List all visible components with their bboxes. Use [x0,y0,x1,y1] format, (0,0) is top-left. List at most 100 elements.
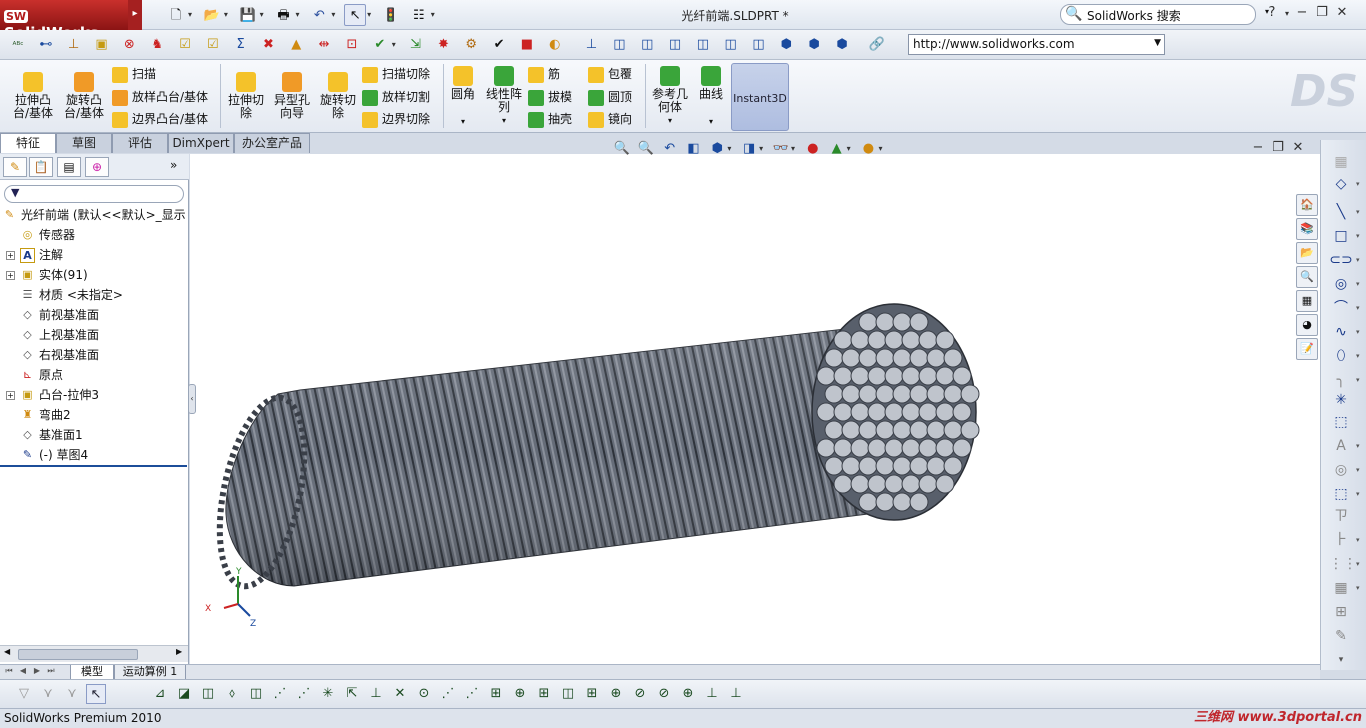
minimize-icon[interactable]: − [1292,5,1312,20]
pattern-icon[interactable]: ⋮⋮ ▾ [1329,554,1360,574]
tree-item-boss-extrude3[interactable]: + ▣ 凸台-拉伸3 [0,385,188,405]
tree-item-front-plane[interactable]: ◇ 前视基准面 [0,305,188,325]
fillet-sketch-icon[interactable]: ╮ ▾ [1329,370,1360,390]
sketch-icon[interactable]: ▦ [1329,152,1353,172]
selection-filter-icon[interactable]: ⊞ [534,684,554,704]
tree-root[interactable]: ✎ 光纤前端 (默认<<默认>_显示 [0,205,188,225]
linear-pattern-dropdown-icon[interactable]: ▾ [484,114,524,127]
url-dropdown-icon[interactable]: ▼ [1154,38,1161,48]
select-icon[interactable]: ↖ [344,4,367,26]
search-input[interactable]: 🔍 SolidWorks 搜索 ▾ [1060,4,1269,25]
selection-filter-icon[interactable]: ⊞ [486,684,506,704]
tree-item-annotations[interactable]: + A 注解 [0,245,188,265]
gear-icon[interactable]: ⚙ [460,34,482,56]
selection-filter-icon[interactable]: ◫ [246,684,266,704]
dome-button[interactable]: 圆顶 [588,87,632,107]
line-icon[interactable]: ╲ ▾ [1329,202,1360,222]
previous-view-icon[interactable]: ↶ [661,138,679,160]
edit-appearance-icon[interactable]: ● [804,138,822,160]
warning-icon[interactable]: ▲ [285,34,307,56]
circle-icon[interactable]: ◎ ▾ [1329,274,1360,294]
scroll-right-icon[interactable]: ▶ [176,647,182,656]
selection-filter-icon[interactable]: ⇱ [342,684,362,704]
shell-button[interactable]: 抽壳 [528,109,572,129]
tab-features[interactable]: 特征 [0,133,56,153]
view-dimetric-icon[interactable]: ⬢ [831,34,853,56]
revolve-cut-button[interactable]: 旋转切除 [316,64,360,120]
view-top-icon[interactable]: ◫ [720,34,742,56]
check2-icon[interactable]: ☑ [202,34,224,56]
expand-panel-icon[interactable]: » [170,158,177,172]
curves-button[interactable]: 曲线 ▾ [696,64,726,128]
help-dropdown-icon[interactable]: ▾ [1282,9,1292,18]
tree-item-sketch4[interactable]: ✎ (-) 草图4 [0,445,188,465]
check-icon[interactable]: ☑ [174,34,196,56]
close-icon[interactable]: ✕ [1332,5,1352,20]
selection-filter-icon[interactable]: ⊕ [510,684,530,704]
scroll-thumb[interactable] [18,649,138,660]
config-manager-tab-icon[interactable]: ▤ [57,157,81,177]
open-file-icon[interactable]: 📂 [201,5,223,27]
selection-filter-icon[interactable]: ✕ [390,684,410,704]
instant3d-button[interactable]: Instant3D [731,63,789,131]
selection-filter-icon[interactable]: ⋰ [438,684,458,704]
panel-splitter[interactable]: ‹ [188,384,196,414]
selection-filter-icon[interactable]: ⋎ [38,684,58,704]
undo-icon[interactable]: ↶ [308,5,330,27]
selection-filter-icon[interactable]: ⊥ [702,684,722,704]
fillet-button[interactable]: 圆角 ▾ [448,64,478,128]
display-relations-icon[interactable]: ⊞ [1329,602,1353,622]
solidworks-logo[interactable]: SWSolidWorks [0,0,128,42]
loft-boss-button[interactable]: 放样凸台/基体 [112,87,208,107]
toolbar-more-icon[interactable]: ▾ [1329,650,1353,670]
selection-filter-icon[interactable]: ↖ [86,684,106,704]
stop-icon[interactable]: ■ [516,34,538,56]
mass-props-icon[interactable]: ♞ [146,34,168,56]
extrude-boss-button[interactable]: 拉伸凸台/基体 [10,64,56,120]
move-entities-icon[interactable]: ▦ ▾ [1329,578,1359,598]
appearances-icon[interactable]: ◕ [1296,314,1318,336]
design-library-icon[interactable]: 📚 [1296,218,1318,240]
view-back-icon[interactable]: ◫ [636,34,658,56]
fiber-cable-model[interactable] [205,303,980,594]
slot-icon[interactable]: ⊂⊃ ▾ [1329,250,1359,270]
hole-wizard-button[interactable]: 异型孔向导 [270,64,314,120]
draft-button[interactable]: 拔模 [528,87,572,107]
next-tab-icon[interactable]: ▶ [30,666,44,675]
selection-filter-icon[interactable]: ⊿ [150,684,170,704]
home-icon[interactable]: 🏠 [1296,194,1318,216]
normal-to-icon[interactable]: ⊥ [581,34,603,56]
selection-filter-icon[interactable]: ⬨ [222,684,242,704]
selection-filter-icon[interactable]: ◫ [198,684,218,704]
selection-filter-icon[interactable]: ⊕ [606,684,626,704]
view-palette-icon[interactable]: ▦ [1296,290,1318,312]
tree-item-right-plane[interactable]: ◇ 右视基准面 [0,345,188,365]
selection-filter-icon[interactable]: ⊥ [726,684,746,704]
extrude-cut-button[interactable]: 拉伸切除 [224,64,268,120]
split-icon[interactable]: ⇹ [313,34,335,56]
tree-horizontal-scrollbar[interactable]: ◀ ▶ [0,645,188,662]
tree-item-top-plane[interactable]: ◇ 上视基准面 [0,325,188,345]
selection-filter-icon[interactable]: ✳ [318,684,338,704]
help-button[interactable]: ? [1262,5,1282,20]
tab-sketch[interactable]: 草图 [56,133,112,153]
view-left-icon[interactable]: ◫ [664,34,686,56]
sweep-cut-button[interactable]: 扫描切除 [362,64,430,84]
zoom-area-icon[interactable]: 🔍 [637,138,655,160]
trim-icon[interactable]: ⺊ ▾ [1329,530,1360,550]
tree-item-material[interactable]: ☰ 材质 <未指定> [0,285,188,305]
viewport-restore-icon[interactable]: ❐ [1268,140,1288,155]
loft-cut-button[interactable]: 放样切割 [362,87,430,107]
view-iso-icon[interactable]: ⬢ [775,34,797,56]
linear-pattern-button[interactable]: 线性阵列 ▾ [484,64,524,127]
rebuild-icon[interactable]: 🚦 [380,5,402,27]
url-input[interactable]: http://www.solidworks.com ▼ [908,34,1165,55]
new-file-icon[interactable]: 🗋 [165,5,187,27]
rib-button[interactable]: 筋 [528,64,560,84]
measure-icon[interactable]: ⊗ [118,34,140,56]
selection-filter-icon[interactable]: ⋰ [294,684,314,704]
rectangle-icon[interactable]: □ ▾ [1329,226,1359,246]
ellipse-icon[interactable]: ⬯ ▾ [1329,346,1360,366]
expand-icon[interactable]: + [6,271,15,280]
options-icon[interactable]: ☷ [408,5,430,27]
